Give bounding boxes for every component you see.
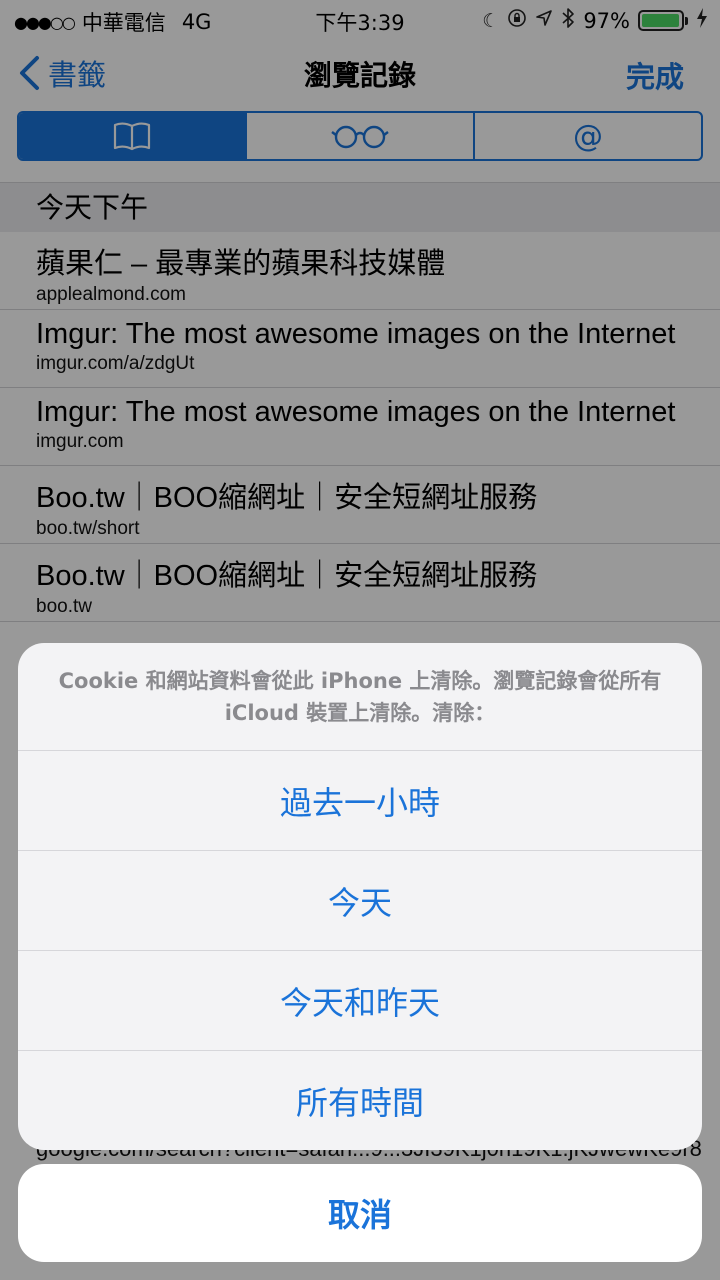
clear-last-hour-button[interactable]: 過去一小時 (18, 751, 702, 851)
clear-all-time-button[interactable]: 所有時間 (18, 1051, 702, 1150)
clear-today-and-yesterday-button[interactable]: 今天和昨天 (18, 951, 702, 1051)
clear-history-action-sheet: Cookie 和網站資料會從此 iPhone 上清除。瀏覽記錄會從所有 iClo… (18, 643, 702, 1150)
action-sheet-message: Cookie 和網站資料會從此 iPhone 上清除。瀏覽記錄會從所有 iClo… (18, 643, 702, 751)
clear-today-button[interactable]: 今天 (18, 851, 702, 951)
cancel-button[interactable]: 取消 (18, 1164, 702, 1262)
